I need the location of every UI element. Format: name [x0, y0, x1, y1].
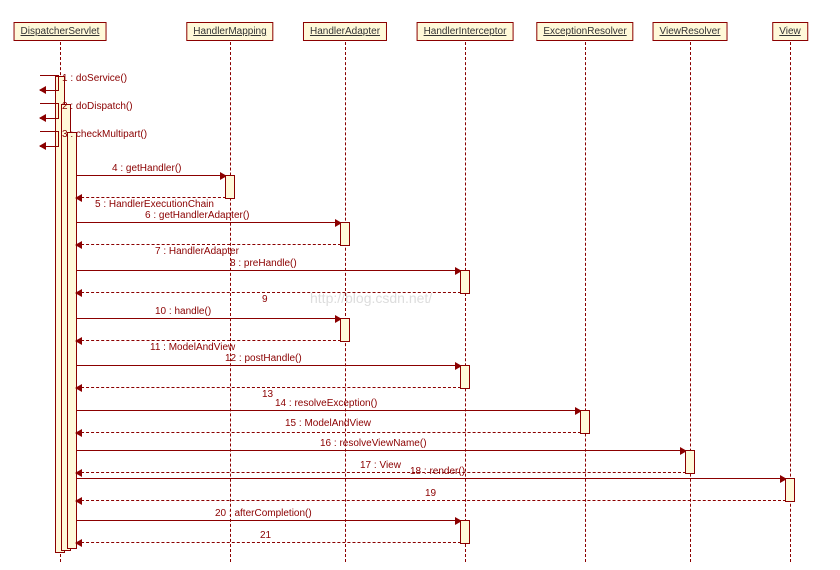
label-21: 21 — [260, 530, 271, 541]
label-handleradapter: 7 : HandlerAdapter — [155, 246, 239, 257]
label-handlerexecutionchain: 5 : HandlerExecutionChain — [95, 199, 214, 210]
label-render: 18 : render() — [410, 466, 465, 477]
self-dodispatch — [40, 103, 59, 119]
return-19 — [76, 500, 786, 501]
msg-posthandle — [76, 365, 461, 366]
label-doservice: 1 : doService() — [62, 73, 127, 84]
participant-dispatcher: DispatcherServlet — [14, 22, 107, 41]
activation-interceptor-2 — [460, 365, 470, 389]
participant-viewresolver: ViewResolver — [653, 22, 728, 41]
label-modelandview-2: 15 : ModelAndView — [285, 418, 371, 429]
return-13 — [76, 387, 461, 388]
activation-view — [785, 478, 795, 502]
participant-exception: ExceptionResolver — [536, 22, 633, 41]
msg-prehandle — [76, 270, 461, 271]
return-view — [76, 472, 686, 473]
label-modelandview-1: 11 : ModelAndView — [150, 342, 235, 353]
self-doservice — [40, 75, 59, 91]
lifeline-viewresolver — [690, 42, 691, 562]
lifeline-mapping — [230, 42, 231, 562]
label-gethandler: 4 : getHandler() — [112, 163, 181, 174]
label-posthandle: 12 : postHandle() — [225, 353, 302, 364]
lifeline-interceptor — [465, 42, 466, 562]
msg-resolveviewname — [76, 450, 686, 451]
participant-view: View — [772, 22, 808, 41]
label-resolveexception: 14 : resolveException() — [275, 398, 377, 409]
label-handle: 10 : handle() — [155, 306, 211, 317]
label-19: 19 — [425, 488, 436, 499]
activation-adapter-2 — [340, 318, 350, 342]
msg-gethandleradapter — [76, 222, 341, 223]
label-9: 9 — [262, 294, 268, 305]
activation-mapping — [225, 175, 235, 199]
label-view: 17 : View — [360, 460, 401, 471]
label-gethandleradapter: 6 : getHandlerAdapter() — [145, 210, 250, 221]
activation-viewresolver — [685, 450, 695, 474]
msg-render — [76, 478, 786, 479]
label-dodispatch: 2 : doDispatch() — [62, 101, 133, 112]
msg-handle — [76, 318, 341, 319]
participant-interceptor: HandlerInterceptor — [417, 22, 514, 41]
activation-interceptor-3 — [460, 520, 470, 544]
participant-mapping: HandlerMapping — [186, 22, 273, 41]
return-handlerexecutionchain — [76, 197, 226, 198]
activation-adapter-1 — [340, 222, 350, 246]
msg-aftercompletion — [76, 520, 461, 521]
activation-exception — [580, 410, 590, 434]
label-13: 13 — [262, 389, 273, 400]
return-21 — [76, 542, 461, 543]
return-handleradapter — [76, 244, 341, 245]
label-aftercompletion: 20 : afterCompletion() — [215, 508, 312, 519]
watermark: http://blog.csdn.net/ — [310, 290, 432, 306]
activation-interceptor-1 — [460, 270, 470, 294]
label-prehandle: 8 : preHandle() — [230, 258, 297, 269]
label-checkmultipart: 3 : checkMultipart() — [62, 129, 147, 140]
label-resolveviewname: 16 : resolveViewName() — [320, 438, 427, 449]
msg-resolveexception — [76, 410, 581, 411]
self-checkmultipart — [40, 131, 59, 147]
msg-gethandler — [76, 175, 226, 176]
lifeline-exception — [585, 42, 586, 562]
return-modelandview-1 — [76, 340, 341, 341]
return-modelandview-2 — [76, 432, 581, 433]
participant-adapter: HandlerAdapter — [303, 22, 387, 41]
